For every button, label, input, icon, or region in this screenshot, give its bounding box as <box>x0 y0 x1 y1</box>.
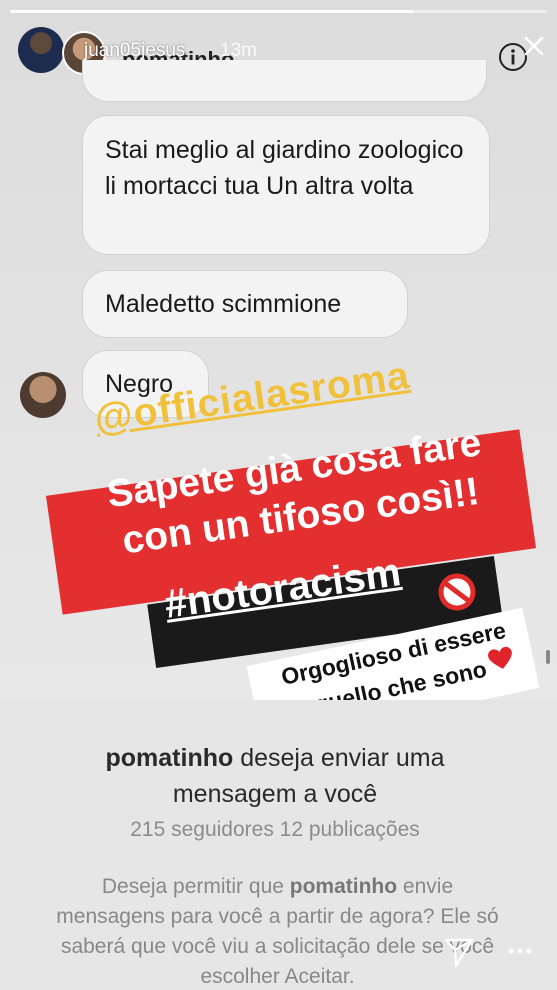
message-bubble-partial <box>82 60 487 102</box>
request-body-username: pomatinho <box>289 875 398 898</box>
story-view: pomatinho juan05jesus 13m Stai meglio al… <box>0 0 557 990</box>
request-username[interactable]: pomatinho <box>106 744 234 772</box>
story-username[interactable]: juan05jesus <box>84 40 185 62</box>
story-progress-bar <box>10 10 547 13</box>
request-title-text: mensagem a você <box>172 780 378 808</box>
request-stats: 215 seguidores 12 publicações <box>130 818 420 841</box>
send-icon[interactable] <box>443 936 475 968</box>
no-entry-icon <box>438 573 476 611</box>
more-icon[interactable] <box>508 946 532 956</box>
story-owner-avatar[interactable] <box>18 27 64 73</box>
request-title-text: deseja enviar uma <box>233 744 445 772</box>
story-timestamp: 13m <box>220 40 257 61</box>
request-body: Deseja permitir que pomatinho envie mens… <box>50 872 505 990</box>
request-title: pomatinho deseja enviar uma mensagem a v… <box>60 740 490 812</box>
sender-avatar <box>20 372 66 418</box>
message-bubble: Maledetto scimmione <box>82 270 408 338</box>
request-body-text: Deseja permitir que <box>101 875 290 898</box>
close-icon[interactable] <box>522 34 546 58</box>
story-progress-fill <box>10 10 413 13</box>
scroll-indicator <box>546 650 550 664</box>
message-bubble: Stai meglio al giardino zoologico li mor… <box>82 115 490 255</box>
